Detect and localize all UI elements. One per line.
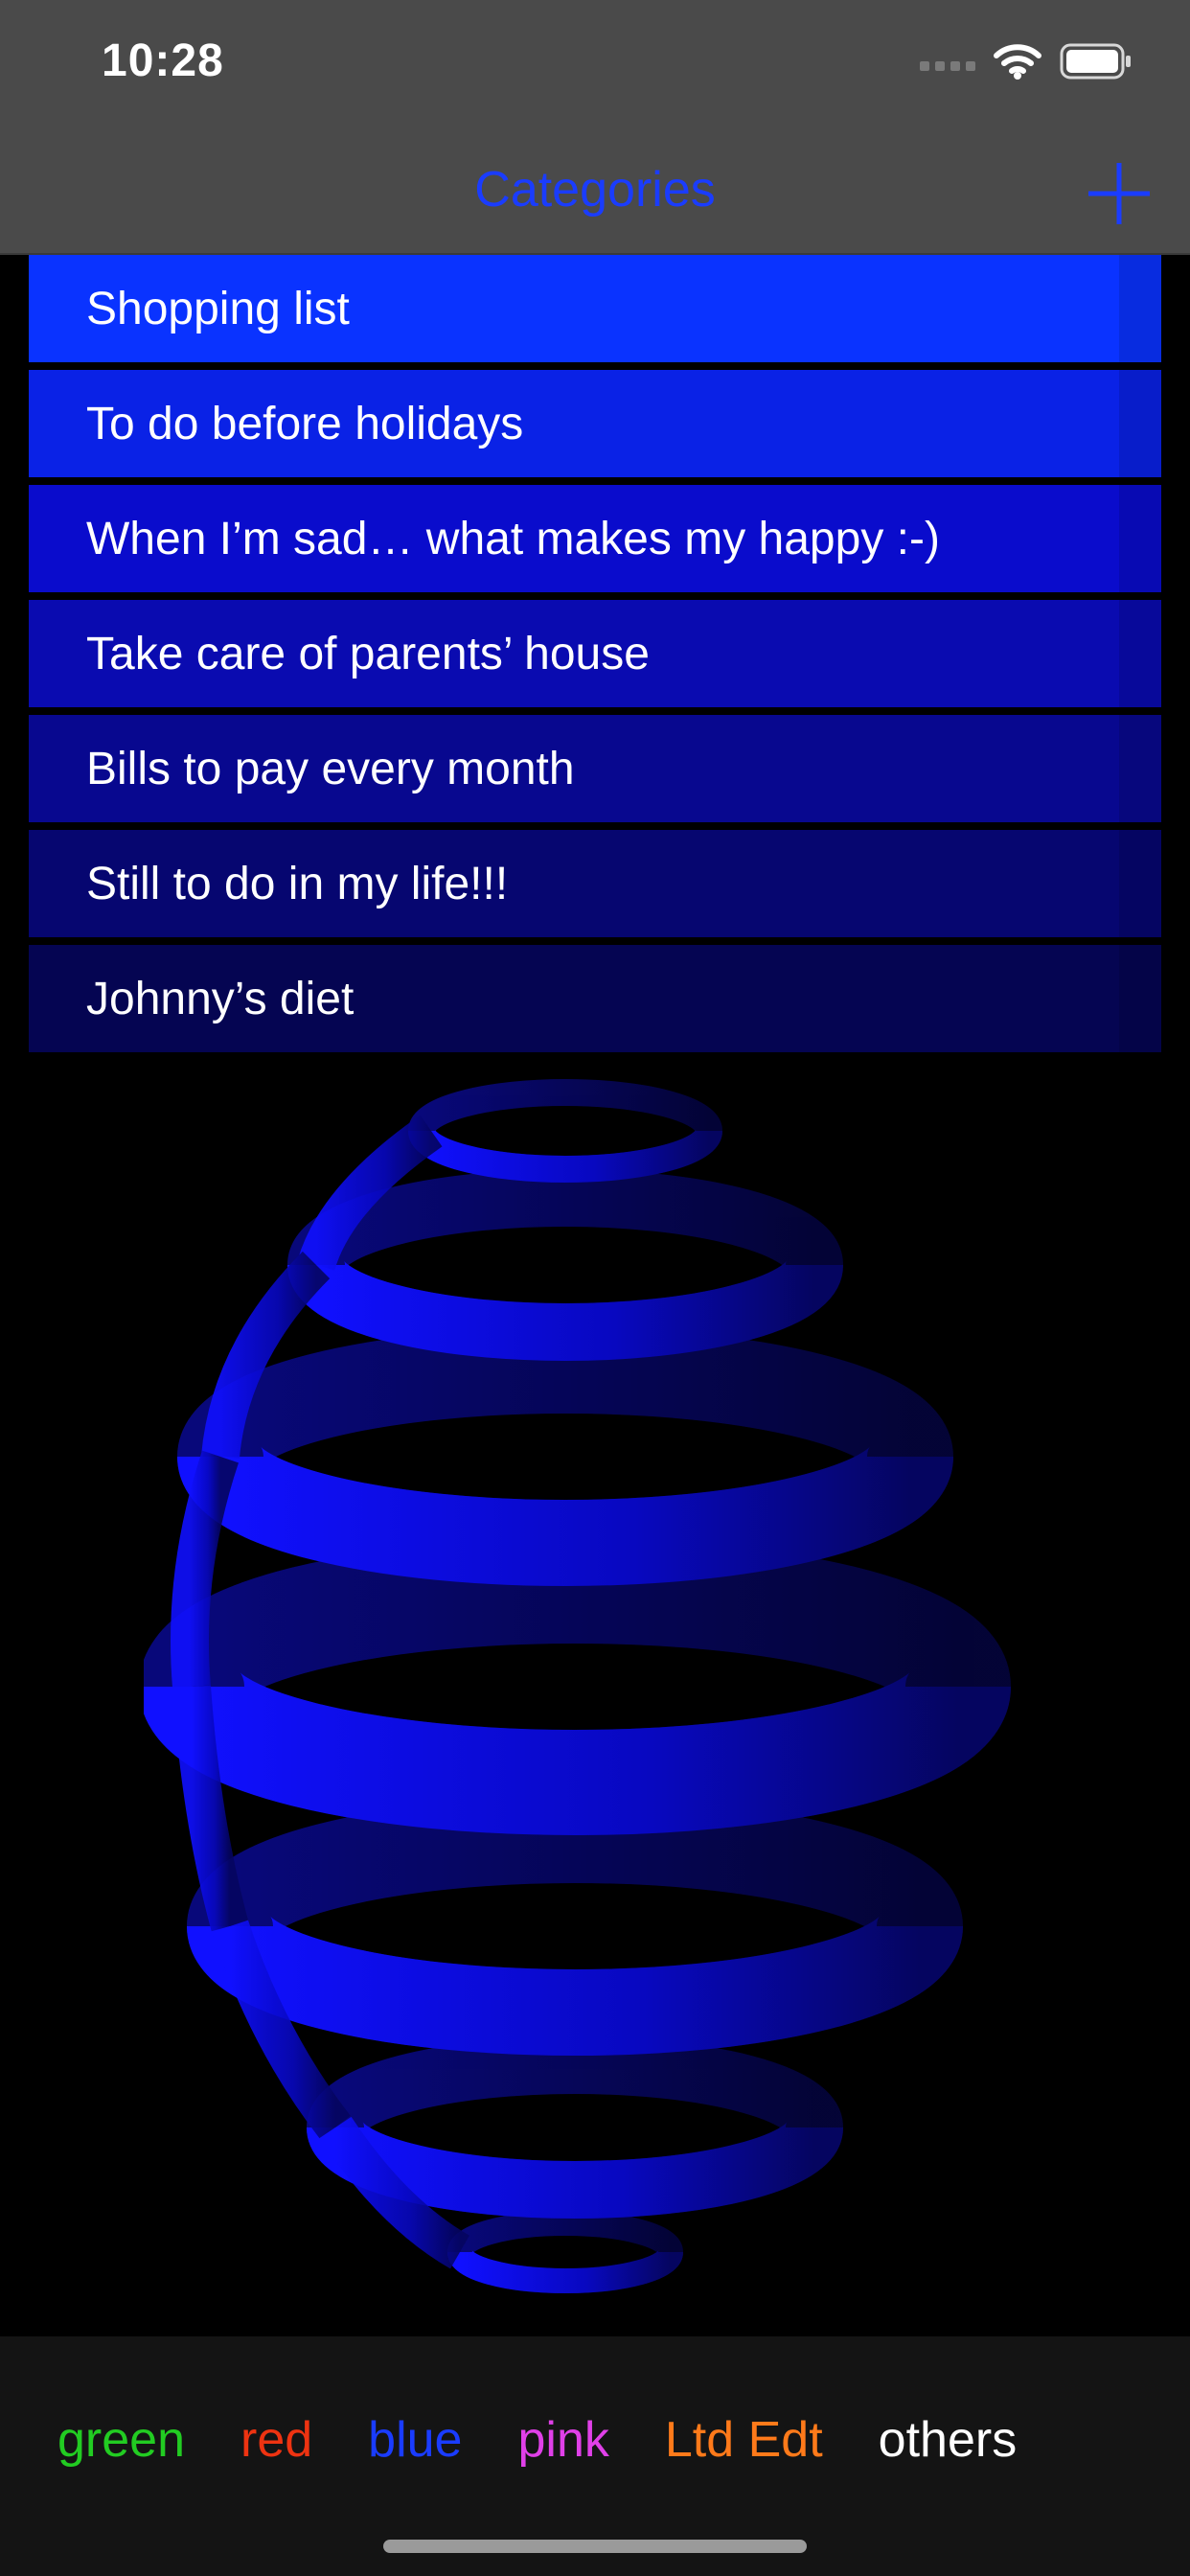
battery-icon — [1060, 43, 1131, 80]
tab-blue[interactable]: blue — [368, 2411, 462, 2469]
tab-pink[interactable]: pink — [517, 2411, 608, 2469]
plus-icon[interactable] — [1083, 157, 1156, 230]
category-row[interactable]: Bills to pay every month — [29, 715, 1161, 822]
tab-red[interactable]: red — [240, 2411, 312, 2469]
tab-ltd-edt[interactable]: Ltd Edt — [665, 2411, 823, 2469]
category-label: Johnny’s diet — [86, 973, 355, 1024]
page-title: Categories — [474, 162, 716, 218]
category-label: Still to do in my life!!! — [86, 858, 509, 909]
category-label: Shopping list — [86, 283, 350, 334]
category-row[interactable]: When I’m sad… what makes my happy :-) — [29, 485, 1161, 592]
category-row[interactable]: Still to do in my life!!! — [29, 830, 1161, 937]
category-label: Bills to pay every month — [86, 743, 575, 794]
status-bar: 10:28 — [0, 0, 1190, 134]
category-label: To do before holidays — [86, 398, 524, 449]
filter-tabs: green red blue pink Ltd Edt others — [57, 2411, 1017, 2469]
category-label: Take care of parents’ house — [86, 628, 650, 679]
navigation-bar: Categories — [0, 134, 1190, 255]
category-row[interactable]: Shopping list — [29, 255, 1161, 362]
status-icons — [920, 42, 1133, 80]
tab-others[interactable]: others — [879, 2411, 1018, 2469]
category-row[interactable]: Johnny’s diet — [29, 945, 1161, 1052]
status-time: 10:28 — [102, 35, 224, 86]
home-indicator[interactable] — [383, 2540, 807, 2553]
spiral-decoration — [144, 1079, 1011, 2293]
category-row[interactable]: Take care of parents’ house — [29, 600, 1161, 707]
category-list: Shopping list To do before holidays When… — [29, 255, 1161, 1060]
wifi-icon — [994, 44, 1041, 80]
category-label: When I’m sad… what makes my happy :-) — [86, 513, 940, 564]
tab-green[interactable]: green — [57, 2411, 185, 2469]
category-row[interactable]: To do before holidays — [29, 370, 1161, 477]
cellular-signal-icon — [920, 61, 975, 71]
